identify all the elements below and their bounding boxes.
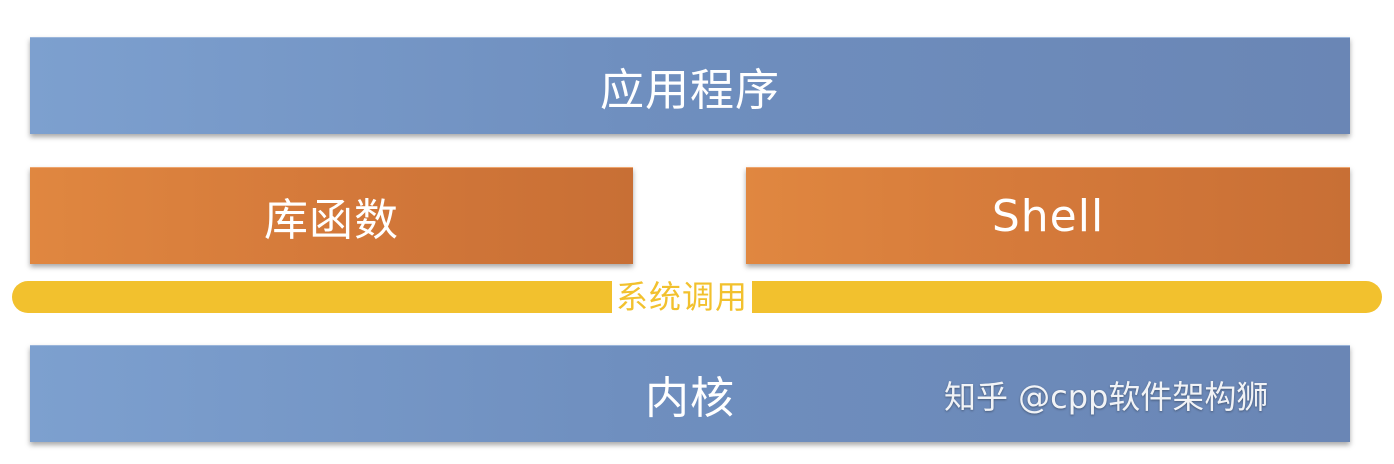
- watermark: 知乎 @cpp软件架构狮: [944, 372, 1268, 418]
- shell-box: Shell: [746, 167, 1350, 264]
- watermark-text: 知乎 @cpp软件架构狮: [944, 378, 1269, 416]
- application-layer-box: 应用程序: [30, 37, 1350, 134]
- library-function-box: 库函数: [30, 167, 633, 264]
- shell-label: Shell: [991, 190, 1105, 242]
- application-layer-label: 应用程序: [600, 65, 780, 116]
- kernel-layer-label: 内核: [645, 373, 735, 424]
- os-layer-diagram: 应用程序 库函数 Shell 系统调用 内核 知乎 @cpp软件架构狮: [0, 0, 1394, 464]
- library-function-label: 库函数: [264, 195, 399, 246]
- system-call-label: 系统调用: [612, 278, 753, 316]
